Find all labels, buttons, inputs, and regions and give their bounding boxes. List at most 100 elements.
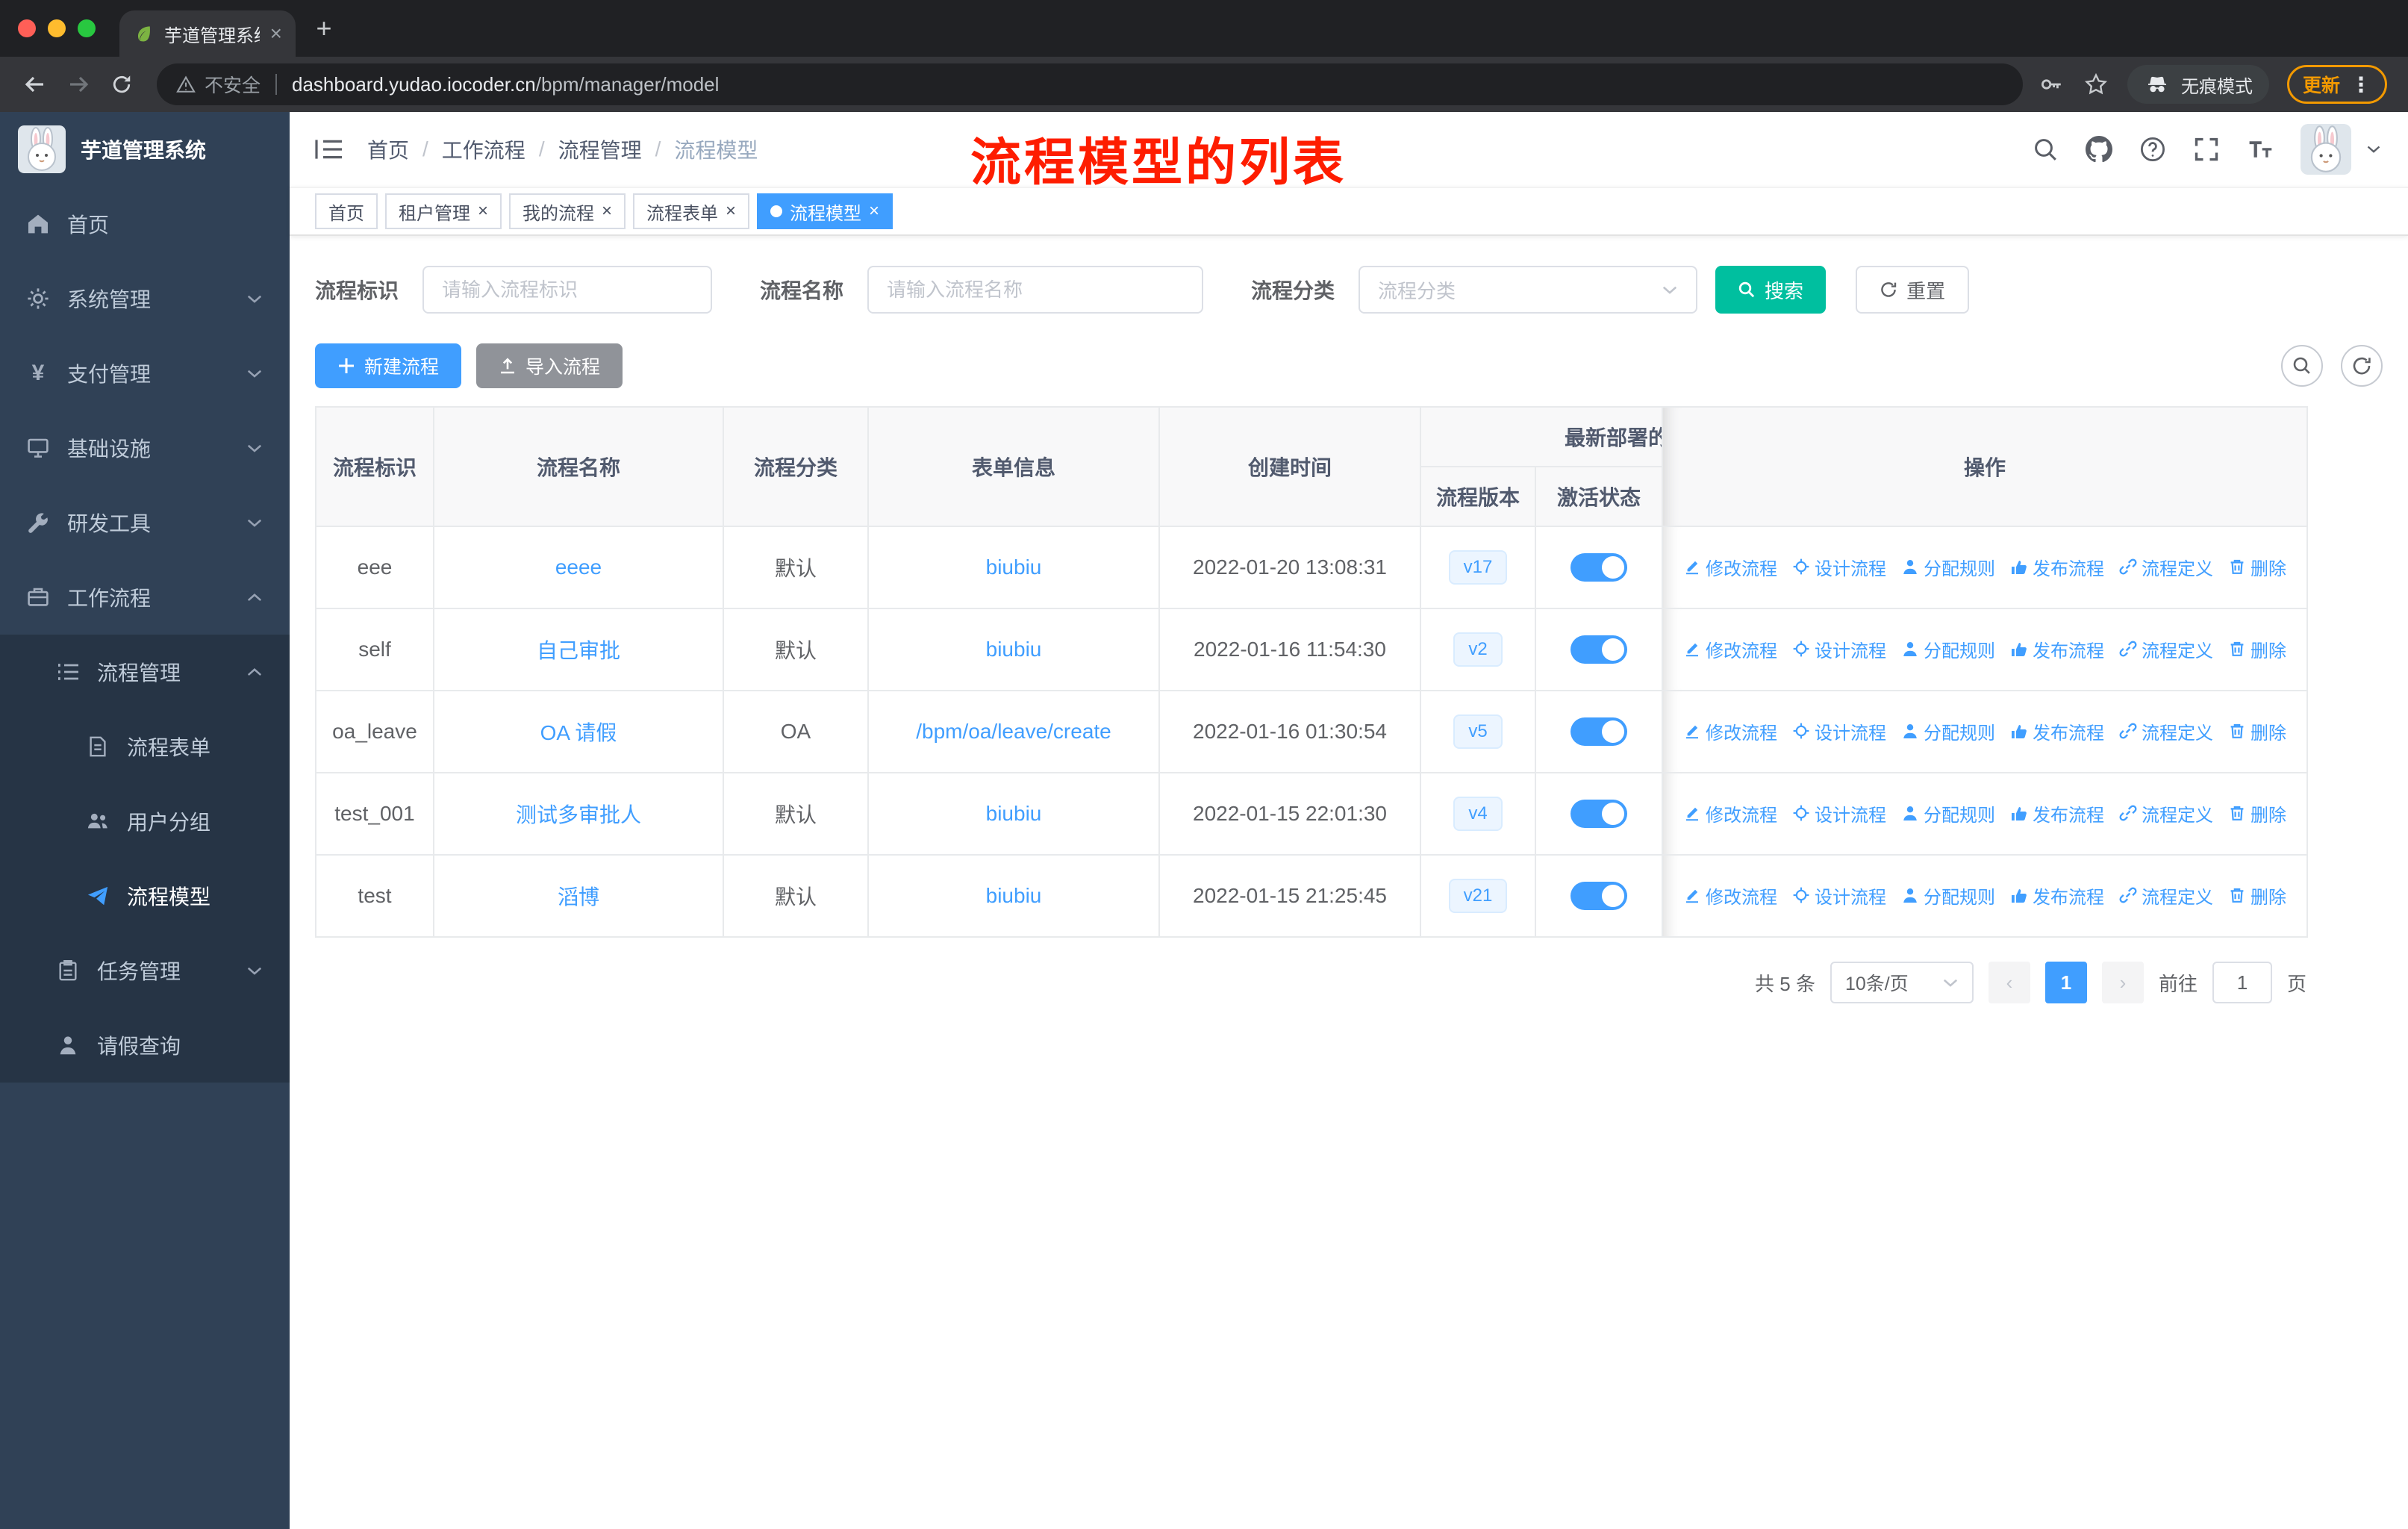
modify-process-link[interactable]: 修改流程 <box>1683 800 1777 826</box>
create-process-button[interactable]: 新建流程 <box>315 343 462 388</box>
sidebar-item-payment[interactable]: ¥ 支付管理 <box>0 336 290 411</box>
delete-link[interactable]: 删除 <box>2228 882 2286 909</box>
sidebar-item-leave-query[interactable]: 请假查询 <box>0 1008 290 1083</box>
assign-rule-link[interactable]: 分配规则 <box>1901 882 1995 909</box>
page-size-select[interactable]: 10条/页 <box>1830 962 1974 1003</box>
assign-rule-link[interactable]: 分配规则 <box>1901 636 1995 662</box>
process-name-link[interactable]: OA 请假 <box>540 721 617 744</box>
prev-page-button[interactable]: ‹ <box>1988 962 2030 1003</box>
sidebar-item-process-management[interactable]: 流程管理 <box>0 635 290 709</box>
modify-process-link[interactable]: 修改流程 <box>1683 554 1777 580</box>
sidebar-item-user-group[interactable]: 用户分组 <box>0 784 290 859</box>
process-name-link[interactable]: 滔博 <box>558 885 599 909</box>
import-process-button[interactable]: 导入流程 <box>476 343 623 388</box>
process-definition-link[interactable]: 流程定义 <box>2119 800 2213 826</box>
back-icon[interactable] <box>15 64 55 105</box>
forward-icon[interactable] <box>58 64 99 105</box>
browser-tab[interactable]: 芋道管理系统 × <box>119 10 296 57</box>
toggle-search-button[interactable] <box>2281 345 2323 387</box>
form-info-link[interactable]: biubiu <box>986 555 1042 579</box>
github-icon[interactable] <box>2086 136 2112 163</box>
tag-my-process[interactable]: 我的流程 × <box>509 193 626 229</box>
security-label[interactable]: 不安全 <box>205 71 261 98</box>
sidebar-item-task-management[interactable]: 任务管理 <box>0 933 290 1008</box>
reload-icon[interactable] <box>102 64 142 105</box>
process-name-link[interactable]: 测试多审批人 <box>516 803 641 826</box>
publish-process-link[interactable]: 发布流程 <box>2010 718 2104 744</box>
process-definition-link[interactable]: 流程定义 <box>2119 718 2213 744</box>
new-tab-button[interactable]: + <box>305 9 343 48</box>
process-definition-link[interactable]: 流程定义 <box>2119 636 2213 662</box>
design-process-link[interactable]: 设计流程 <box>1792 882 1886 909</box>
font-size-icon[interactable] <box>2247 136 2274 163</box>
search-button[interactable]: 搜索 <box>1715 266 1827 314</box>
publish-process-link[interactable]: 发布流程 <box>2010 636 2104 662</box>
next-page-button[interactable]: › <box>2101 962 2144 1003</box>
sidebar-fold-icon[interactable] <box>315 138 343 161</box>
form-info-link[interactable]: /bpm/oa/leave/create <box>916 720 1111 743</box>
search-icon[interactable] <box>2032 136 2059 163</box>
browser-update-chip[interactable]: 更新 ⋮ <box>2286 65 2387 104</box>
active-toggle[interactable] <box>1570 882 1627 910</box>
process-definition-link[interactable]: 流程定义 <box>2119 554 2213 580</box>
user-avatar[interactable] <box>2301 124 2351 175</box>
assign-rule-link[interactable]: 分配规则 <box>1901 554 1995 580</box>
breadcrumb-process-management[interactable]: 流程管理 <box>558 134 642 164</box>
breadcrumb-workflow[interactable]: 工作流程 <box>442 134 525 164</box>
sidebar-item-home[interactable]: 首页 <box>0 187 290 261</box>
sidebar-item-infrastructure[interactable]: 基础设施 <box>0 411 290 485</box>
category-select[interactable]: 流程分类 <box>1359 266 1698 314</box>
publish-process-link[interactable]: 发布流程 <box>2010 800 2104 826</box>
process-name-link[interactable]: 自己审批 <box>537 639 620 662</box>
tag-process-model[interactable]: 流程模型 × <box>757 193 893 229</box>
sidebar-item-devtools[interactable]: 研发工具 <box>0 485 290 560</box>
chevron-down-icon[interactable] <box>2366 145 2381 154</box>
close-icon[interactable]: × <box>478 202 488 220</box>
refresh-table-button[interactable] <box>2341 345 2383 387</box>
fullscreen-icon[interactable] <box>2193 136 2220 163</box>
process-name-link[interactable]: eeee <box>555 555 602 579</box>
design-process-link[interactable]: 设计流程 <box>1792 554 1886 580</box>
delete-link[interactable]: 删除 <box>2228 636 2286 662</box>
assign-rule-link[interactable]: 分配规则 <box>1901 800 1995 826</box>
window-zoom-button[interactable] <box>78 19 96 37</box>
sidebar-item-workflow[interactable]: 工作流程 <box>0 560 290 635</box>
process-name-input[interactable] <box>867 266 1204 314</box>
address-bar[interactable]: 不安全 dashboard.yudao.iocoder.cn /bpm/mana… <box>157 63 2023 105</box>
delete-link[interactable]: 删除 <box>2228 718 2286 744</box>
modify-process-link[interactable]: 修改流程 <box>1683 882 1777 909</box>
close-icon[interactable]: × <box>602 202 612 220</box>
app-logo-row[interactable]: 芋道管理系统 <box>0 112 290 187</box>
version-badge[interactable]: v5 <box>1453 714 1503 749</box>
version-badge[interactable]: v4 <box>1453 797 1503 831</box>
active-toggle[interactable] <box>1570 635 1627 664</box>
close-icon[interactable]: × <box>726 202 736 220</box>
sidebar-item-process-form[interactable]: 流程表单 <box>0 709 290 784</box>
window-close-button[interactable] <box>18 19 36 37</box>
design-process-link[interactable]: 设计流程 <box>1792 636 1886 662</box>
tag-process-form[interactable]: 流程表单 × <box>633 193 750 229</box>
design-process-link[interactable]: 设计流程 <box>1792 718 1886 744</box>
key-icon[interactable] <box>2038 71 2065 98</box>
form-info-link[interactable]: biubiu <box>986 802 1042 825</box>
form-info-link[interactable]: biubiu <box>986 884 1042 907</box>
delete-link[interactable]: 删除 <box>2228 800 2286 826</box>
sidebar-item-process-model[interactable]: 流程模型 <box>0 859 290 933</box>
reset-button[interactable]: 重置 <box>1856 266 1970 314</box>
version-badge[interactable]: v17 <box>1448 550 1508 585</box>
version-badge[interactable]: v21 <box>1448 879 1508 913</box>
active-toggle[interactable] <box>1570 717 1627 746</box>
publish-process-link[interactable]: 发布流程 <box>2010 882 2104 909</box>
version-badge[interactable]: v2 <box>1453 632 1503 667</box>
active-toggle[interactable] <box>1570 800 1627 828</box>
tag-tenant-management[interactable]: 租户管理 × <box>385 193 502 229</box>
modify-process-link[interactable]: 修改流程 <box>1683 718 1777 744</box>
close-icon[interactable]: × <box>869 202 879 220</box>
delete-link[interactable]: 删除 <box>2228 554 2286 580</box>
modify-process-link[interactable]: 修改流程 <box>1683 636 1777 662</box>
browser-menu-icon[interactable]: ⋮ <box>2351 72 2371 97</box>
window-minimize-button[interactable] <box>48 19 66 37</box>
goto-page-input[interactable] <box>2212 962 2272 1003</box>
publish-process-link[interactable]: 发布流程 <box>2010 554 2104 580</box>
page-1-button[interactable]: 1 <box>2044 962 2087 1003</box>
